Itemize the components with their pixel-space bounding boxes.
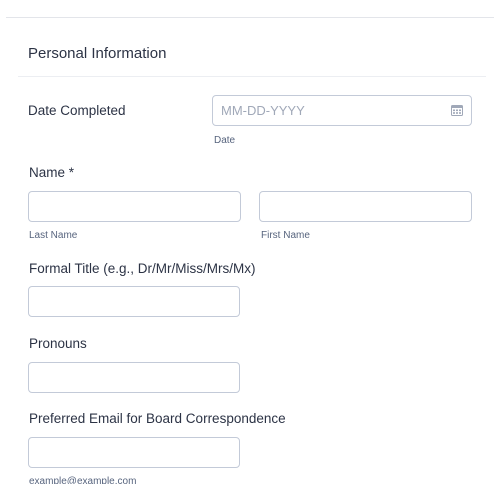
date-completed-label: Date Completed bbox=[28, 103, 126, 118]
top-divider bbox=[6, 17, 494, 18]
email-label: Preferred Email for Board Correspondence bbox=[29, 411, 286, 426]
section-divider bbox=[18, 76, 486, 77]
formal-title-input[interactable] bbox=[28, 286, 240, 317]
calendar-icon[interactable] bbox=[451, 104, 463, 116]
pronouns-input[interactable] bbox=[28, 362, 240, 393]
last-name-sublabel: Last Name bbox=[29, 230, 78, 241]
name-label: Name * bbox=[29, 165, 75, 180]
form-page: Personal Information Date Completed Date… bbox=[0, 0, 500, 484]
email-input[interactable] bbox=[28, 437, 240, 468]
email-sublabel: example@example.com bbox=[29, 476, 137, 484]
last-name-input[interactable] bbox=[28, 191, 241, 222]
formal-title-label: Formal Title (e.g., Dr/Mr/Miss/Mrs/Mx) bbox=[29, 261, 256, 276]
first-name-input[interactable] bbox=[259, 191, 472, 222]
date-sublabel: Date bbox=[214, 135, 236, 146]
pronouns-label: Pronouns bbox=[29, 336, 87, 351]
section-title: Personal Information bbox=[28, 45, 167, 62]
first-name-sublabel: First Name bbox=[261, 230, 310, 241]
date-completed-input[interactable] bbox=[212, 95, 472, 126]
